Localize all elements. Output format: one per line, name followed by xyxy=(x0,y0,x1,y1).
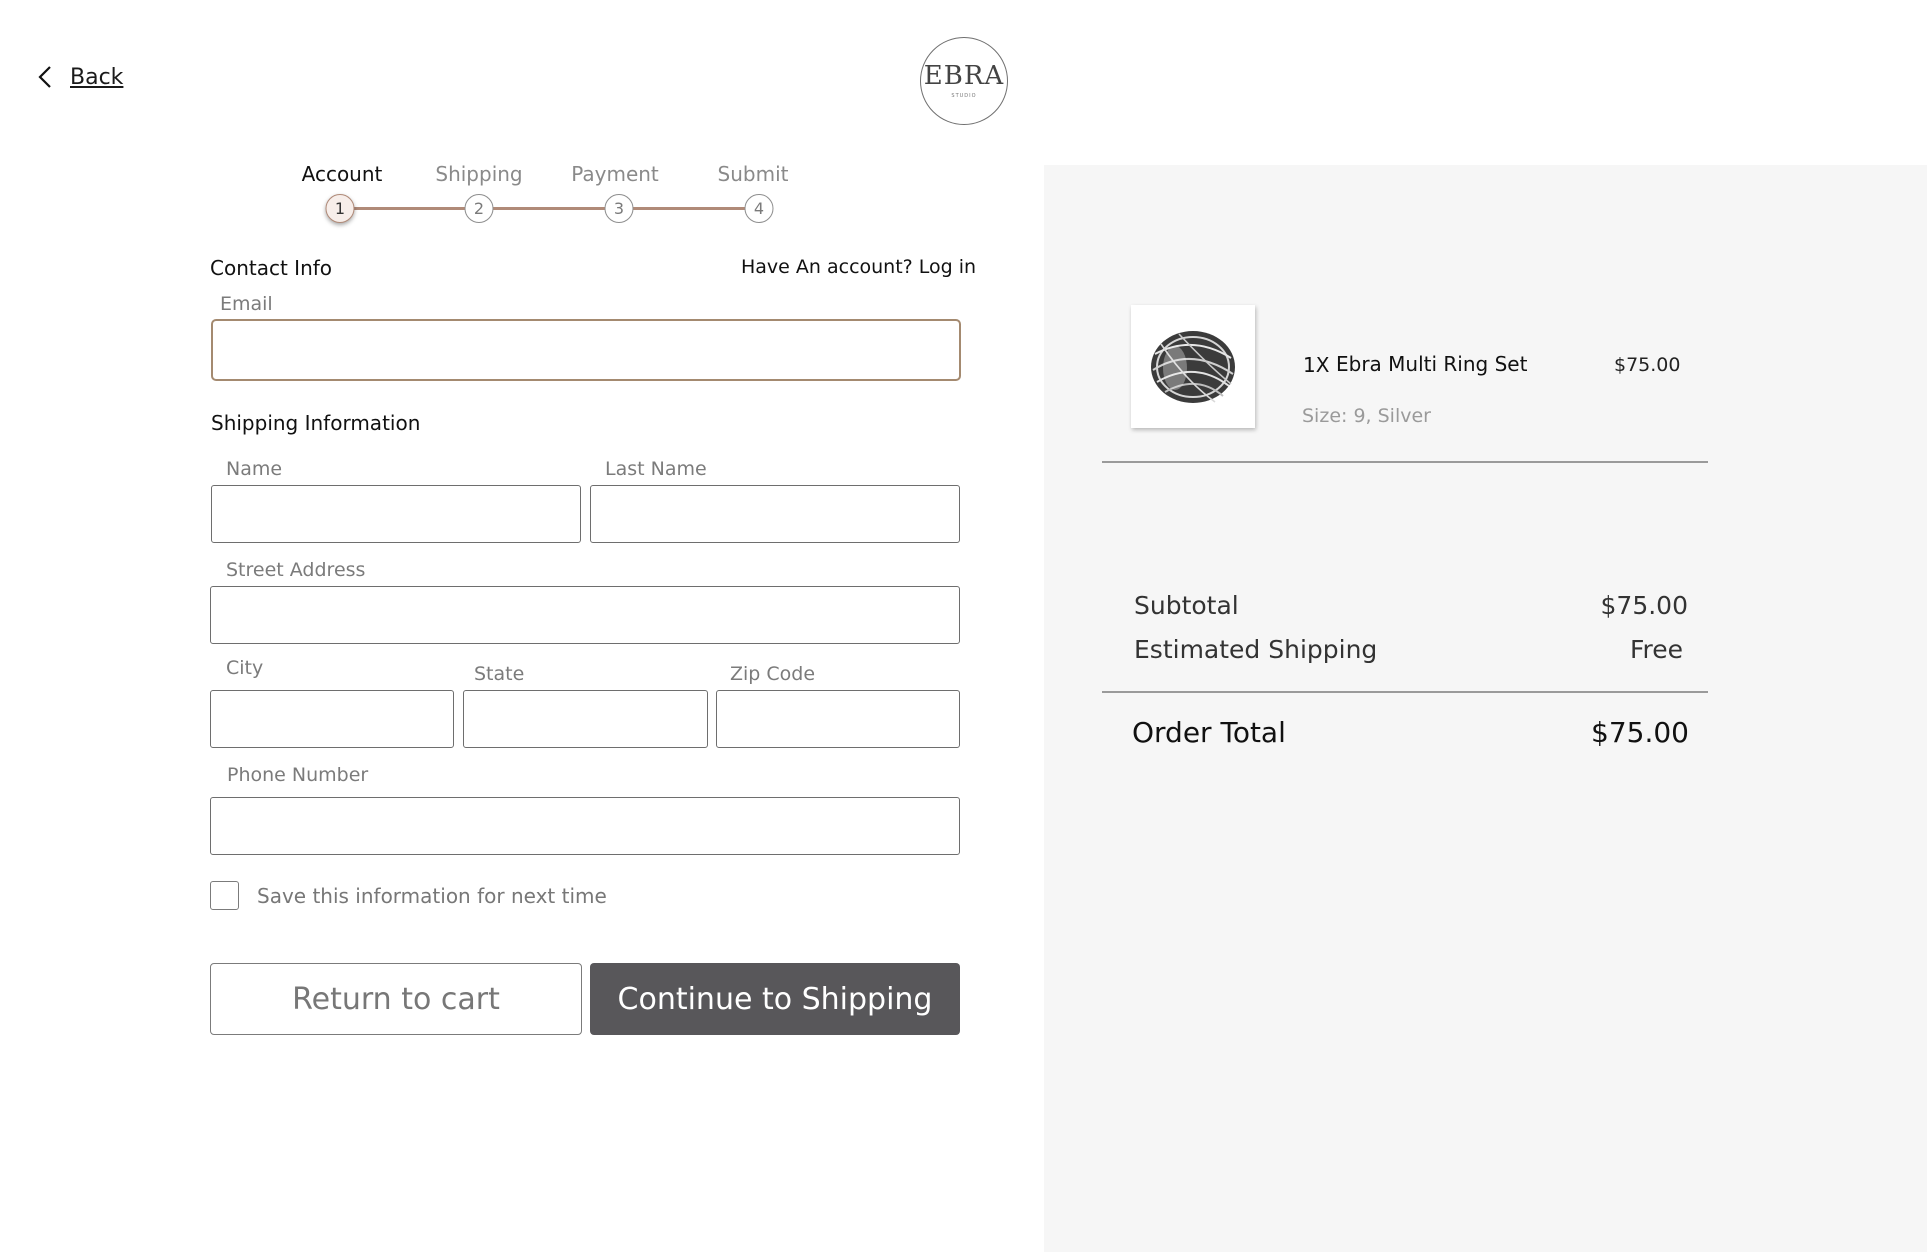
totals-divider xyxy=(1102,691,1708,693)
save-info-checkbox[interactable] xyxy=(210,881,239,910)
login-link[interactable]: Have An account? Log in xyxy=(741,256,976,278)
ring-icon xyxy=(1151,330,1235,403)
shipping-info-title: Shipping Information xyxy=(211,411,421,435)
subtotal-label: Subtotal xyxy=(1134,591,1239,620)
phone-number-label: Phone Number xyxy=(227,764,369,786)
subtotal-value: $75.00 xyxy=(1600,591,1688,620)
step-label-account[interactable]: Account xyxy=(302,162,383,186)
last-name-label: Last Name xyxy=(605,458,707,480)
state-label: State xyxy=(474,663,525,685)
stepper-line xyxy=(340,207,759,210)
email-label: Email xyxy=(220,293,273,315)
name-label: Name xyxy=(226,458,283,480)
product-thumbnail xyxy=(1131,305,1255,428)
brand-logo: EBRA STUDIO xyxy=(920,37,1008,125)
phone-number-input[interactable] xyxy=(210,797,960,855)
item-quantity: 1X xyxy=(1303,353,1330,377)
item-name: Ebra Multi Ring Set xyxy=(1336,352,1528,376)
logo-text: EBRA xyxy=(923,61,1005,91)
zip-code-label: Zip Code xyxy=(730,663,816,685)
step-dot-payment[interactable]: 3 xyxy=(604,194,634,223)
return-to-cart-button[interactable]: Return to cart xyxy=(210,963,582,1035)
save-info-label[interactable]: Save this information for next time xyxy=(257,884,607,908)
order-total-label: Order Total xyxy=(1132,716,1286,749)
item-variant: Size: 9, Silver xyxy=(1302,405,1431,427)
step-dot-shipping[interactable]: 2 xyxy=(464,194,494,223)
logo-subtext: STUDIO xyxy=(951,93,977,99)
step-dot-submit[interactable]: 4 xyxy=(744,194,774,223)
step-label-payment[interactable]: Payment xyxy=(571,162,659,186)
state-input[interactable] xyxy=(463,690,708,748)
street-address-input[interactable] xyxy=(210,586,960,644)
order-total-value: $75.00 xyxy=(1591,716,1689,749)
street-address-label: Street Address xyxy=(226,559,366,581)
contact-info-title: Contact Info xyxy=(210,256,333,280)
email-input[interactable] xyxy=(211,319,961,381)
step-label-submit[interactable]: Submit xyxy=(718,162,789,186)
name-input[interactable] xyxy=(211,485,581,543)
item-price: $75.00 xyxy=(1614,354,1681,376)
step-dot-account[interactable]: 1 xyxy=(325,194,355,223)
back-link[interactable]: Back xyxy=(34,64,123,90)
last-name-input[interactable] xyxy=(590,485,960,543)
chevron-left-icon xyxy=(38,66,51,88)
zip-code-input[interactable] xyxy=(716,690,960,748)
back-label: Back xyxy=(70,64,124,90)
estimated-shipping-label: Estimated Shipping xyxy=(1134,635,1378,664)
city-label: City xyxy=(226,657,264,679)
item-divider xyxy=(1102,461,1708,463)
continue-to-shipping-button[interactable]: Continue to Shipping xyxy=(590,963,960,1035)
step-label-shipping[interactable]: Shipping xyxy=(435,162,522,186)
estimated-shipping-value: Free xyxy=(1629,635,1683,664)
city-input[interactable] xyxy=(210,690,454,748)
